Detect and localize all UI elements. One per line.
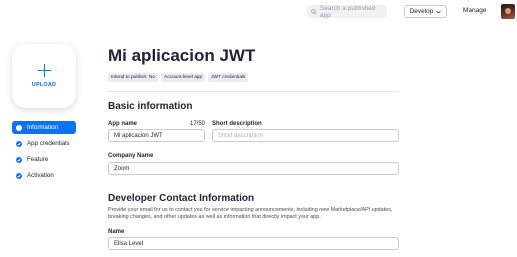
page-title: Mi aplicacion JWT: [108, 46, 256, 65]
develop-label: Develop: [409, 8, 434, 15]
check-icon: [16, 172, 22, 179]
sidebar-item-activation[interactable]: Activation: [12, 169, 76, 182]
tag-jwt: JWT credentials: [208, 73, 249, 82]
upload-label: UPLOAD: [31, 82, 57, 88]
sidebar-item-feature[interactable]: Feature: [12, 153, 76, 166]
search-input[interactable]: Search a published app: [307, 4, 387, 19]
develop-dropdown[interactable]: Develop: [404, 5, 447, 18]
tag-account-level: Account-level app: [161, 73, 206, 82]
sidebar-item-information[interactable]: Information: [12, 121, 76, 134]
developer-contact-description: Provide your email for us to contact you…: [108, 207, 393, 221]
app-name-label: App name: [108, 121, 138, 127]
manage-link[interactable]: Manage: [463, 7, 487, 14]
chevron-down-icon: [436, 10, 442, 13]
company-name-label: Company Name: [108, 153, 154, 159]
sidebar-nav: Information App credentials Feature Acti…: [12, 121, 76, 185]
app-name-counter: 17/50: [190, 121, 206, 127]
company-name-field[interactable]: Zoom: [108, 162, 399, 175]
app-tags: Intend to publish: No Account-level app …: [108, 73, 249, 82]
search-icon: [311, 8, 317, 15]
contact-name-label: Name: [108, 229, 125, 235]
sidebar-item-app-credentials[interactable]: App credentials: [12, 137, 76, 150]
radio-icon: [16, 124, 22, 131]
check-icon: [16, 156, 22, 163]
tag-publish: Intend to publish: No: [108, 73, 159, 82]
sidebar-item-label: Activation: [27, 172, 54, 179]
check-icon: [16, 140, 22, 147]
contact-name-field[interactable]: Elisa Levet: [108, 237, 399, 250]
sidebar-item-label: Information: [27, 124, 58, 131]
top-bar: Search a published app Develop Manage: [0, 0, 517, 24]
app-name-field[interactable]: Mi aplicacion JWT: [108, 129, 205, 142]
short-description-field[interactable]: Short description: [212, 129, 399, 142]
divider: [108, 91, 399, 92]
search-placeholder: Search a published app: [319, 4, 376, 19]
upload-button[interactable]: UPLOAD: [12, 44, 76, 108]
avatar[interactable]: [501, 4, 515, 19]
plus-icon: [37, 64, 51, 77]
sidebar-item-label: Feature: [27, 156, 49, 163]
basic-info-heading: Basic information: [108, 101, 193, 112]
short-description-label: Short description: [212, 121, 262, 127]
developer-contact-heading: Developer Contact Information: [108, 193, 255, 204]
sidebar-item-label: App credentials: [27, 140, 70, 147]
